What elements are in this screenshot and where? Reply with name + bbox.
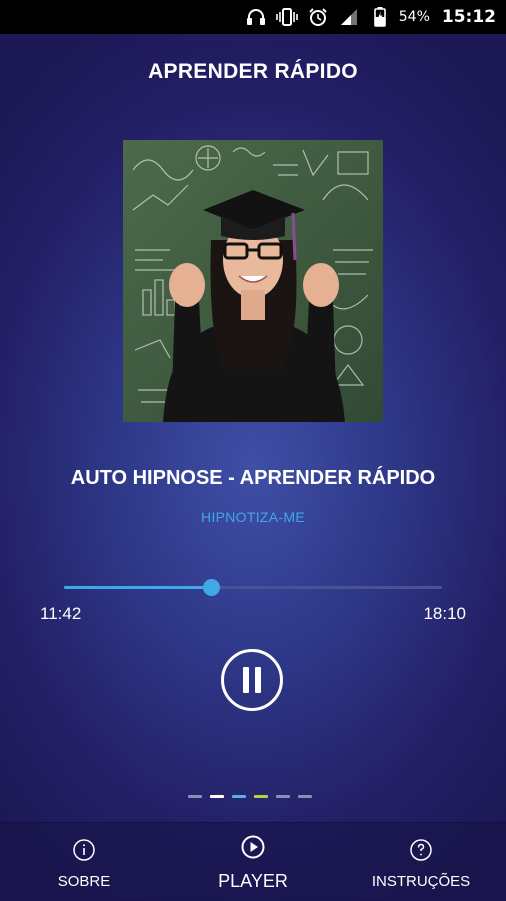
total-time: 18:10	[423, 604, 466, 623]
status-bar: 54% 15:12	[0, 0, 506, 34]
page-dot	[298, 795, 312, 798]
battery-icon	[369, 7, 391, 27]
page-dot	[232, 795, 246, 798]
page-dot	[254, 795, 268, 798]
alarm-icon	[307, 7, 329, 27]
page-indicator	[188, 795, 312, 798]
battery-percent: 54%	[398, 9, 430, 25]
seek-bar-thumb[interactable]	[203, 579, 221, 596]
nav-sobre-label: SOBRE	[57, 873, 111, 890]
track-title: AUTO HIPNOSE - APRENDER RÁPIDO	[70, 467, 436, 489]
nav-player-label: PLAYER	[218, 871, 288, 891]
page-dot	[210, 795, 224, 798]
info-icon	[72, 838, 96, 862]
pause-icon	[240, 667, 264, 693]
help-icon	[409, 838, 433, 862]
bottom-navigation: SOBRE PLAYER INSTRUÇÕES	[0, 822, 506, 901]
nav-player[interactable]: PLAYER	[193, 823, 313, 901]
nav-instrucoes-label: INSTRUÇÕES	[371, 873, 471, 890]
headphones-icon	[245, 7, 267, 27]
seek-bar-progress	[64, 586, 212, 589]
artist-name: HIPNOTIZA-ME	[201, 509, 305, 525]
play-icon	[241, 835, 265, 859]
vibrate-icon	[275, 7, 298, 27]
page-title: APRENDER RÁPIDO	[148, 60, 358, 83]
page-dot	[276, 795, 290, 798]
page-dot	[188, 795, 202, 798]
signal-icon	[338, 7, 360, 27]
pause-button[interactable]	[221, 649, 283, 711]
nav-instrucoes[interactable]: INSTRUÇÕES	[356, 823, 486, 901]
seek-bar[interactable]	[64, 579, 442, 596]
nav-sobre[interactable]: SOBRE	[24, 823, 144, 901]
clock: 15:12	[441, 7, 496, 27]
album-artwork	[123, 140, 383, 422]
elapsed-time: 11:42	[40, 604, 82, 623]
